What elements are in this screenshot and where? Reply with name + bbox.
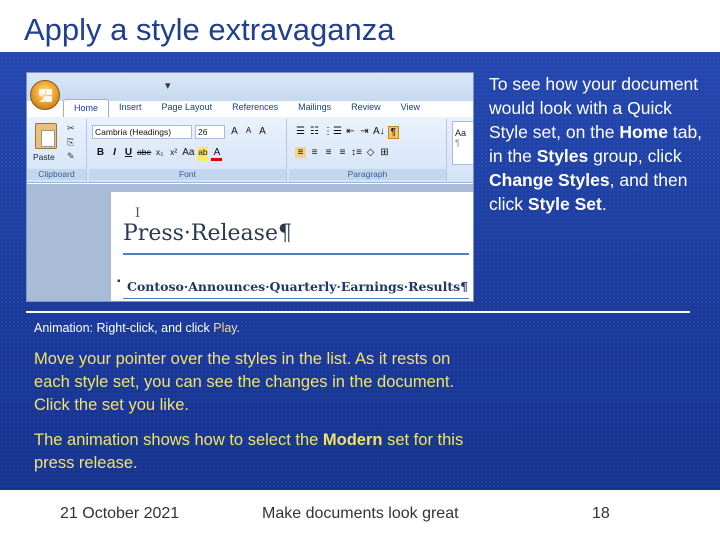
animation-play-label: Play bbox=[213, 321, 237, 335]
font-group-label: Font bbox=[89, 169, 286, 180]
instruction-styles: Styles bbox=[536, 146, 589, 166]
align-center-icon[interactable]: ≡ bbox=[309, 147, 320, 158]
title-strip bbox=[27, 73, 473, 101]
tab-home[interactable]: Home bbox=[63, 99, 110, 117]
shading-icon[interactable]: ◇ bbox=[365, 147, 376, 158]
instruction-home: Home bbox=[619, 122, 668, 142]
footer-date: 21 October 2021 bbox=[60, 505, 180, 522]
clipboard-group-label: Clipboard bbox=[27, 169, 86, 180]
body-paragraph-2: The animation shows how to select the Mo… bbox=[34, 429, 474, 475]
paragraph-group: ☰ ☷ ⋮☰ ⇤ ⇥ A↓ ¶ ≡ ≡ ≡ ≡ ↕≡ ◇ ⊞ Paragraph bbox=[289, 119, 447, 181]
shrink-font-icon[interactable]: A bbox=[243, 126, 254, 137]
ribbon: Paste ✂ ⎘ ✎ Clipboard Cambria (Headings)… bbox=[27, 117, 473, 183]
title-underline bbox=[123, 253, 469, 255]
tab-view[interactable]: View bbox=[391, 99, 430, 117]
slide-title-bar: Apply a style extravaganza bbox=[0, 0, 720, 52]
office-button[interactable] bbox=[30, 80, 60, 110]
slide-title: Apply a style extravaganza bbox=[24, 12, 395, 47]
subtitle-underline bbox=[123, 298, 469, 299]
bullets-icon[interactable]: ☰ bbox=[295, 126, 306, 139]
subscript-button[interactable]: x₂ bbox=[154, 147, 165, 161]
italic-button[interactable]: I bbox=[109, 147, 120, 161]
quick-access-toolbar[interactable]: ▾ bbox=[165, 79, 173, 92]
grow-font-icon[interactable]: A bbox=[229, 126, 240, 137]
clear-format-icon[interactable]: A bbox=[257, 126, 268, 137]
tab-page-layout[interactable]: Page Layout bbox=[152, 99, 223, 117]
tab-references[interactable]: References bbox=[222, 99, 288, 117]
paragraph-mark-icon: ▪ bbox=[117, 276, 121, 287]
highlight-button[interactable]: ab bbox=[197, 147, 209, 161]
align-right-icon[interactable]: ≡ bbox=[323, 147, 334, 158]
format-painter-icon[interactable]: ✎ bbox=[67, 151, 75, 162]
show-formatting-icon[interactable]: ¶ bbox=[387, 126, 400, 139]
document-subtitle-text[interactable]: Contoso·Announces·Quarterly·Earnings·Res… bbox=[127, 279, 468, 294]
font-group: Cambria (Headings) 26 A A A B I U abe x₂… bbox=[89, 119, 287, 181]
paragraph-group-label: Paragraph bbox=[289, 169, 446, 180]
footer-page-number: 18 bbox=[592, 505, 610, 522]
sort-icon[interactable]: A↓ bbox=[373, 126, 385, 139]
style-sample-mark: ¶ bbox=[455, 138, 460, 148]
instruction-change-styles: Change Styles bbox=[489, 170, 610, 190]
paste-icon[interactable] bbox=[35, 123, 57, 149]
strikethrough-button[interactable]: abe bbox=[137, 147, 151, 161]
borders-icon[interactable]: ⊞ bbox=[379, 147, 390, 158]
font-size-buttons: A A A bbox=[229, 126, 268, 137]
cut-icon[interactable]: ✂ bbox=[67, 123, 75, 134]
instruction-text: To see how your document would look with… bbox=[489, 72, 711, 216]
tab-mailings[interactable]: Mailings bbox=[288, 99, 341, 117]
animation-note-end: . bbox=[236, 321, 241, 335]
instruction-part: . bbox=[601, 194, 607, 214]
paragraph-align-buttons: ≡ ≡ ≡ ≡ ↕≡ ◇ ⊞ bbox=[295, 147, 390, 158]
justify-icon[interactable]: ≡ bbox=[337, 147, 348, 158]
numbering-icon[interactable]: ☷ bbox=[309, 126, 320, 139]
ibeam-cursor-icon: I bbox=[135, 206, 141, 221]
multilevel-list-icon[interactable]: ⋮☰ bbox=[323, 126, 342, 139]
animation-note-text: Animation: Right-click, and click bbox=[34, 321, 214, 335]
font-format-buttons: B I U abe x₂ x² Aa ab A bbox=[95, 147, 223, 161]
instruction-part: group, click bbox=[588, 146, 682, 166]
font-size-combo[interactable]: 26 bbox=[195, 125, 225, 139]
align-left-icon[interactable]: ≡ bbox=[295, 147, 306, 158]
underline-button[interactable]: U bbox=[123, 147, 134, 161]
paragraph-top-buttons: ☰ ☷ ⋮☰ ⇤ ⇥ A↓ ¶ bbox=[295, 126, 400, 139]
font-color-button[interactable]: A bbox=[211, 147, 223, 161]
instruction-style-set: Style Set bbox=[527, 194, 602, 214]
quick-styles-gallery[interactable]: Aa ¶ bbox=[452, 121, 473, 165]
change-case-button[interactable]: Aa bbox=[182, 147, 194, 161]
copy-icon[interactable]: ⎘ bbox=[67, 137, 74, 148]
paragraph2-part: The animation shows how to select the bbox=[34, 431, 323, 449]
line-spacing-icon[interactable]: ↕≡ bbox=[351, 147, 362, 158]
divider-line bbox=[26, 311, 690, 313]
document-title-text[interactable]: Press·Release¶ bbox=[123, 221, 292, 246]
tab-review[interactable]: Review bbox=[341, 99, 391, 117]
tab-insert[interactable]: Insert bbox=[109, 99, 152, 117]
increase-indent-icon[interactable]: ⇥ bbox=[359, 126, 370, 139]
decrease-indent-icon[interactable]: ⇤ bbox=[345, 126, 356, 139]
font-name-combo[interactable]: Cambria (Headings) bbox=[92, 125, 192, 139]
paste-button[interactable]: Paste bbox=[33, 152, 55, 162]
style-sample: Aa bbox=[455, 128, 467, 138]
bold-button[interactable]: B bbox=[95, 147, 106, 161]
paragraph2-modern: Modern bbox=[322, 431, 383, 449]
body-paragraph-1: Move your pointer over the styles in the… bbox=[34, 350, 455, 414]
clipboard-group: Paste ✂ ⎘ ✎ Clipboard bbox=[27, 119, 87, 181]
word-screenshot: ▾ Home Insert Page Layout References Mai… bbox=[26, 72, 474, 302]
animation-note: Animation: Right-click, and click Play. bbox=[34, 321, 240, 335]
ribbon-tabs: Home Insert Page Layout References Maili… bbox=[63, 99, 430, 117]
footer-title: Make documents look great bbox=[262, 505, 459, 522]
superscript-button[interactable]: x² bbox=[168, 147, 179, 161]
